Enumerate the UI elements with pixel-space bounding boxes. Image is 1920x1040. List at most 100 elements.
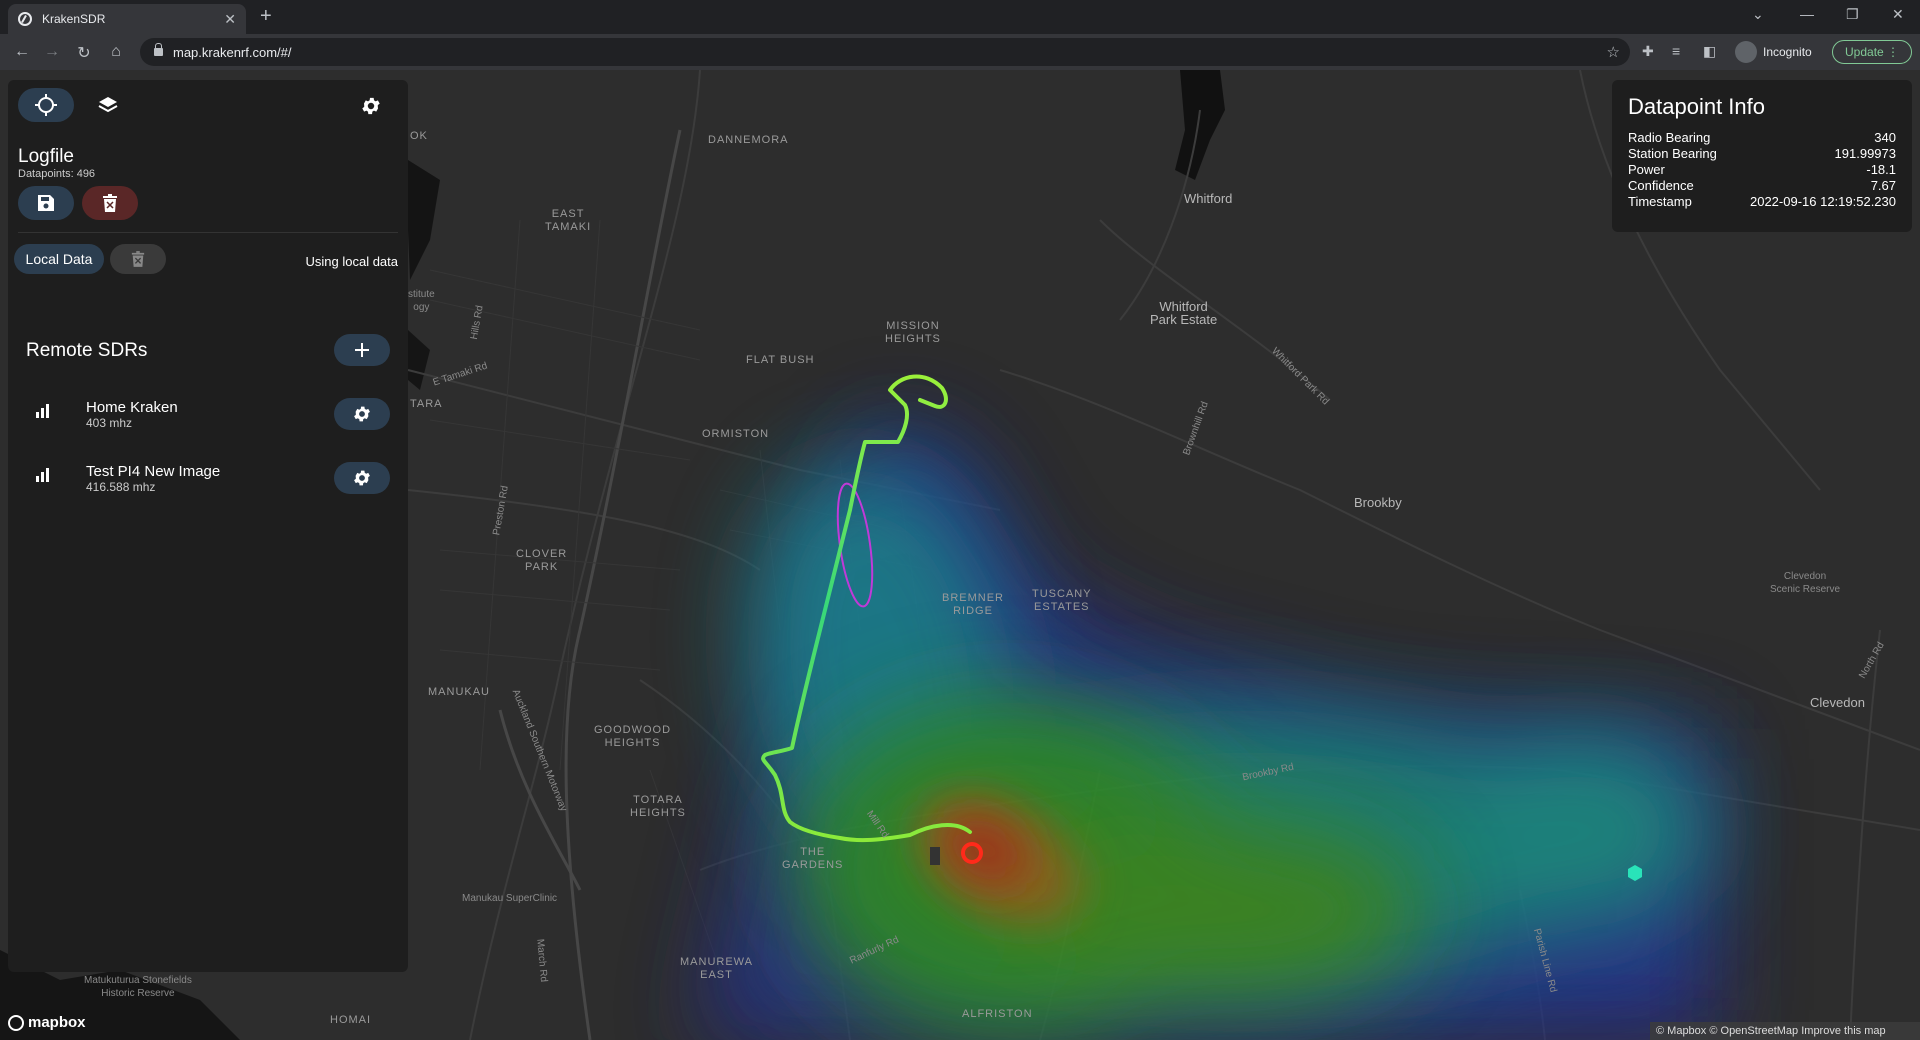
signal-heatmap xyxy=(700,420,1715,1040)
settings-button[interactable] xyxy=(360,95,382,122)
local-data-label: Local Data xyxy=(25,251,93,267)
forward-icon[interactable]: → xyxy=(42,43,62,61)
minimize-icon[interactable]: — xyxy=(1800,6,1814,22)
info-row: Station Bearing 191.99973 xyxy=(1628,146,1896,162)
plus-icon xyxy=(355,343,369,357)
browser-tab-bar: KrakenSDR ✕ + ⌄ — ❐ ✕ xyxy=(0,0,1920,34)
info-label: Timestamp xyxy=(1628,194,1692,209)
map-attribution[interactable]: © Mapbox © OpenStreetMap Improve this ma… xyxy=(1650,1022,1920,1040)
gear-icon xyxy=(354,406,370,422)
info-row: Confidence 7.67 xyxy=(1628,178,1896,194)
delete-log-button[interactable] xyxy=(82,186,138,220)
clear-local-data-button[interactable] xyxy=(110,244,166,274)
map-label: Brookby xyxy=(1354,495,1402,510)
map-label: TOTARA HEIGHTS xyxy=(630,794,686,819)
sdr-name: Test PI4 New Image xyxy=(86,463,221,480)
back-icon[interactable]: ← xyxy=(12,43,32,61)
mapbox-logo-icon xyxy=(8,1014,24,1031)
map-label: HOMAI xyxy=(330,1014,372,1026)
map-label: GOODWOOD HEIGHTS xyxy=(594,724,672,749)
map-label: Whitford Park Estate xyxy=(1150,299,1218,327)
update-button[interactable]: Update ⋮ xyxy=(1832,40,1913,64)
sdr-frequency: 416.588 mhz xyxy=(86,480,156,494)
local-data-button[interactable]: Local Data xyxy=(14,244,104,274)
map-label: TUSCANY ESTATES xyxy=(1032,588,1092,613)
map-label: Matukuturua Stonefields Historic Reserve xyxy=(84,975,192,999)
extensions-icon[interactable]: ✚ xyxy=(1642,43,1654,60)
panel-mode-tabs xyxy=(18,88,136,122)
tab-location[interactable] xyxy=(18,88,74,122)
map-label: stitute ogy xyxy=(408,289,435,313)
map-label: TARA xyxy=(410,398,443,410)
new-tab-icon[interactable]: + xyxy=(260,5,272,28)
signal-bars-icon xyxy=(36,404,49,418)
lock-icon xyxy=(154,43,163,56)
close-window-icon[interactable]: ✕ xyxy=(1892,6,1904,23)
update-label: Update xyxy=(1845,45,1884,59)
map-label: ALFRISTON xyxy=(962,1008,1033,1020)
sdr-frequency: 403 mhz xyxy=(86,416,133,430)
incognito-label: Incognito xyxy=(1763,45,1812,59)
map-label: DANNEMORA xyxy=(708,134,789,146)
info-value: 191.99973 xyxy=(1834,146,1896,161)
info-label: Power xyxy=(1628,162,1665,177)
gear-icon xyxy=(362,97,380,115)
map-label: MANUKAU xyxy=(428,686,491,698)
media-icon[interactable]: ≡ xyxy=(1672,43,1680,59)
tab-layers[interactable] xyxy=(80,88,136,122)
home-icon[interactable]: ⌂ xyxy=(106,43,126,61)
sdr-settings-button[interactable] xyxy=(334,398,390,430)
address-bar[interactable]: map.krakenrf.com/#/ ☆ xyxy=(140,38,1630,66)
save-log-button[interactable] xyxy=(18,186,74,220)
info-label: Station Bearing xyxy=(1628,146,1717,161)
map-label: EAST TAMAKI xyxy=(545,208,592,233)
crosshair-icon xyxy=(35,94,57,116)
local-data-status: Using local data xyxy=(305,254,399,269)
map-label: Clevedon xyxy=(1810,695,1865,710)
mapbox-logo[interactable]: mapbox xyxy=(8,1014,86,1031)
map-label: MISSION HEIGHTS xyxy=(885,320,941,345)
browser-tab[interactable]: KrakenSDR ✕ xyxy=(8,4,246,34)
tab-close-icon[interactable]: ✕ xyxy=(224,11,236,28)
incognito-icon xyxy=(1735,41,1757,63)
delete-icon xyxy=(131,251,145,267)
info-row: Power -18.1 xyxy=(1628,162,1896,178)
url-text: map.krakenrf.com/#/ xyxy=(173,44,292,60)
datapoint-info-panel: Datapoint Info Radio Bearing 340 Station … xyxy=(1612,80,1912,232)
restore-icon[interactable]: ❐ xyxy=(1846,6,1859,23)
map-label: FLAT BUSH xyxy=(746,354,815,366)
add-sdr-button[interactable] xyxy=(334,334,390,366)
info-value: -18.1 xyxy=(1866,162,1896,177)
info-label: Radio Bearing xyxy=(1628,130,1711,145)
bookmark-star-icon[interactable]: ☆ xyxy=(1607,43,1620,61)
info-row: Timestamp 2022-09-16 12:19:52.230 xyxy=(1628,194,1896,210)
map-label: MANUREWA EAST xyxy=(680,956,753,981)
site-favicon-icon xyxy=(18,12,32,26)
map-label: CLOVER PARK xyxy=(516,548,568,573)
info-row: Radio Bearing 340 xyxy=(1628,130,1896,146)
info-value: 2022-09-16 12:19:52.230 xyxy=(1749,194,1896,209)
gear-icon xyxy=(354,470,370,486)
info-value: 340 xyxy=(1874,130,1896,145)
incognito-indicator[interactable]: Incognito xyxy=(1735,41,1812,63)
panel-divider xyxy=(18,232,398,233)
save-icon xyxy=(38,195,54,211)
sdr-list-item: Test PI4 New Image 416.588 mhz xyxy=(18,458,398,508)
sdr-settings-button[interactable] xyxy=(334,462,390,494)
map-building-marker xyxy=(930,847,940,865)
tab-search-icon[interactable]: ⌄ xyxy=(1752,6,1764,23)
map-label: BREMNER RIDGE xyxy=(942,592,1005,617)
side-panel-icon[interactable]: ◧ xyxy=(1703,43,1716,60)
map-label: Clevedon Scenic Reserve xyxy=(1770,571,1841,595)
side-panel: Logfile Datapoints: 496 Local Data Using… xyxy=(8,80,408,972)
map-label: ORMISTON xyxy=(702,428,770,440)
datapoints-count: Datapoints: 496 xyxy=(18,168,96,180)
layers-icon xyxy=(98,97,118,113)
map-label: Manukau SuperClinic xyxy=(462,893,558,904)
info-value: 7.67 xyxy=(1870,178,1896,193)
sdr-list-item: Home Kraken 403 mhz xyxy=(18,394,398,444)
signal-bars-icon xyxy=(36,468,49,482)
reload-icon[interactable]: ↻ xyxy=(74,43,94,63)
map-label: OK xyxy=(410,130,428,142)
datapoint-info-title: Datapoint Info xyxy=(1628,94,1765,119)
